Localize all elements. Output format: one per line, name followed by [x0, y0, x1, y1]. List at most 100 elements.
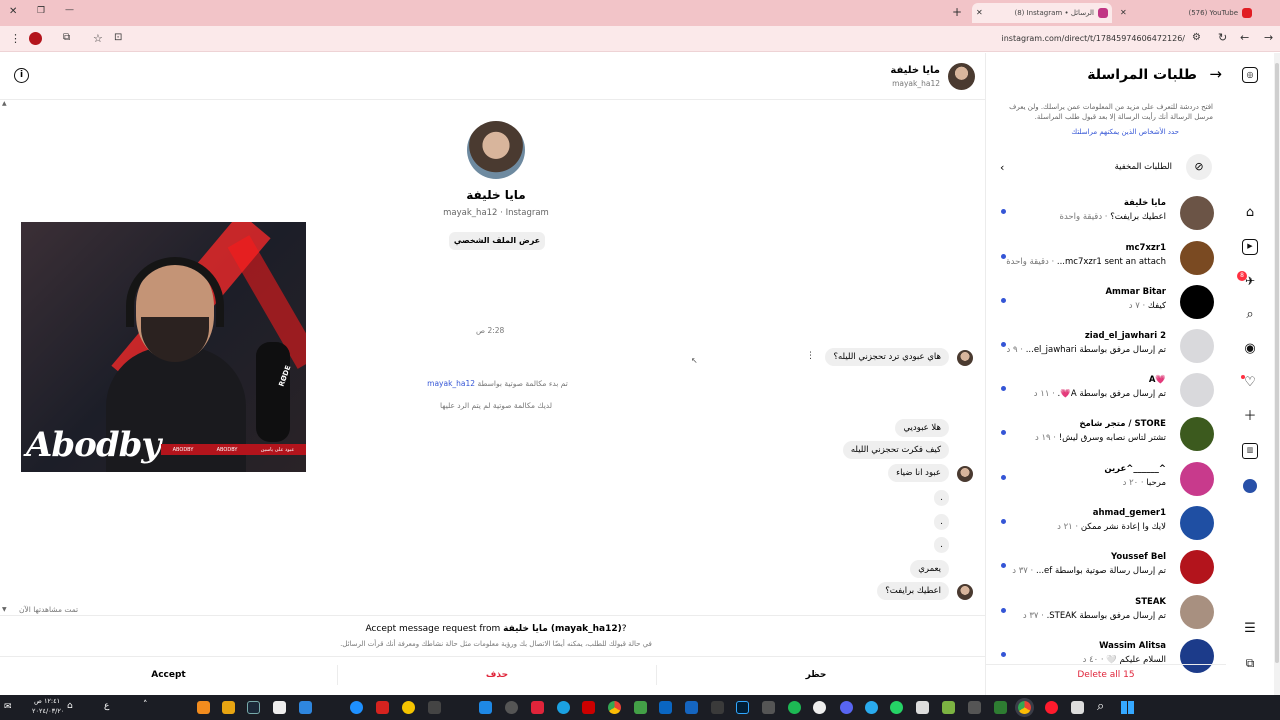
message-bubble[interactable]: هلا عبوديي [895, 419, 949, 437]
spotify-icon[interactable] [788, 701, 801, 714]
discord-icon[interactable] [840, 701, 853, 714]
app-icon[interactable] [813, 701, 826, 714]
app-icon[interactable] [428, 701, 441, 714]
close-tab-icon[interactable]: ✕ [1120, 9, 1127, 17]
message-settings-link[interactable]: حدد الأشخاص الذين يمكنهم مراسلتك [1071, 128, 1179, 136]
close-tab-icon[interactable]: ✕ [976, 9, 983, 17]
edge-icon[interactable] [557, 701, 570, 714]
profile-avatar-icon[interactable] [29, 32, 42, 45]
forward-arrow-icon[interactable]: → [1264, 32, 1273, 43]
photoshop-icon[interactable] [736, 701, 749, 714]
reload-icon[interactable]: ↻ [1218, 32, 1227, 43]
back-arrow-icon[interactable]: ← [1240, 32, 1249, 43]
app-icon[interactable] [222, 701, 235, 714]
message-bubble[interactable]: يعمري [910, 560, 949, 578]
request-item[interactable]: مايا خليفة اعطيك برايفت؟ · دقيقة واحدة [986, 195, 1226, 239]
request-item[interactable]: ahmad_gemer1 لايك وا إعادة نشر ممكن · ٢١ … [986, 505, 1226, 549]
back-arrow-icon[interactable]: → [1209, 65, 1222, 83]
app-icon[interactable] [582, 701, 595, 714]
file-explorer-icon[interactable] [1071, 701, 1084, 714]
block-button[interactable]: حظر [657, 658, 975, 693]
chevron-up-icon[interactable]: ˄ [143, 700, 148, 710]
request-item[interactable]: Youssef Bel تم إرسال رسالة صوتية بواسطة e… [986, 549, 1226, 593]
menu-dots-icon[interactable]: ⋮ [10, 33, 21, 44]
scrollbar-thumb[interactable] [1275, 63, 1279, 663]
app-icon[interactable] [762, 701, 775, 714]
app-icon[interactable] [994, 701, 1007, 714]
create-plus-icon[interactable]: ＋ [1242, 409, 1258, 425]
app-icon[interactable] [634, 701, 647, 714]
install-app-icon[interactable]: ⊡ [114, 33, 122, 43]
opera-icon[interactable] [1045, 701, 1058, 714]
switch-view-icon[interactable]: ⧉ [1242, 655, 1258, 671]
scroll-down-icon[interactable]: ▼ [2, 606, 7, 613]
request-item[interactable]: A💗 تم إرسال مرفق بواسطة A💗. · ١١ د [986, 372, 1226, 416]
message-bubble[interactable]: هاي عبودي ترد تحجزني الليله؟ [825, 348, 949, 366]
url-field[interactable]: instagram.com/direct/t/17845974606472126… [900, 34, 1185, 43]
profile-avatar-icon[interactable] [1243, 479, 1257, 493]
instagram-logo-icon[interactable]: ◎ [1242, 67, 1258, 83]
extensions-icon[interactable]: ⧉ [63, 33, 70, 43]
request-item[interactable]: mc7xzr1 mc7xzr1 sent an attach... · دقيقة… [986, 240, 1226, 284]
app-icon[interactable] [531, 701, 544, 714]
message-options-icon[interactable]: ⋮ [806, 352, 815, 361]
language-indicator[interactable]: ع [104, 701, 109, 711]
info-icon[interactable]: i [14, 68, 29, 83]
search-icon[interactable]: ⌕ [1097, 699, 1104, 714]
app-icon[interactable] [273, 701, 286, 714]
page-scrollbar[interactable] [1274, 53, 1280, 695]
minimize-window-icon[interactable]: — [65, 6, 74, 15]
app-icon[interactable] [505, 701, 518, 714]
app-icon[interactable] [479, 701, 492, 714]
app-icon[interactable] [197, 701, 210, 714]
delete-button[interactable]: حذف [338, 658, 656, 693]
app-icon[interactable] [376, 701, 389, 714]
app-icon[interactable] [299, 701, 312, 714]
app-icon[interactable] [968, 701, 981, 714]
more-menu-icon[interactable]: ☰ [1242, 621, 1258, 637]
request-item[interactable]: STEAK تم إرسال مرفق بواسطة STEAK. · ٣٧ د [986, 594, 1226, 638]
app-icon[interactable] [402, 701, 415, 714]
app-icon[interactable] [350, 701, 363, 714]
app-icon[interactable] [659, 701, 672, 714]
chrome-icon[interactable] [1018, 701, 1031, 714]
network-icon[interactable]: ⌂ [67, 701, 73, 711]
app-icon[interactable] [685, 701, 698, 714]
app-icon[interactable] [711, 701, 724, 714]
app-icon[interactable] [916, 701, 929, 714]
notifications-icon[interactable]: ✉ [4, 702, 12, 712]
view-profile-button[interactable]: عرض الملف الشخصي [449, 232, 545, 250]
accept-button[interactable]: Accept [0, 658, 337, 693]
chat-header[interactable]: مايا خليفة mayak_ha12 [775, 63, 975, 93]
request-item[interactable]: متجر شامخ / STORE تشتر لتاس نصابه وسرق لي… [986, 416, 1226, 460]
message-bubble[interactable]: كيف فكرت تحجزني الليله [842, 441, 949, 459]
message-bubble[interactable]: اعطيك برايفت؟ [877, 582, 949, 600]
telegram-icon[interactable] [865, 701, 878, 714]
message-bubble[interactable]: . [934, 514, 949, 530]
scroll-up-icon[interactable]: ▲ [2, 100, 7, 107]
request-item[interactable]: ziad_el_jawhari 2 تم إرسال مرفق بواسطة el… [986, 328, 1226, 372]
chrome-icon[interactable] [608, 701, 621, 714]
delete-all-button[interactable]: Delete all 15 [986, 670, 1226, 680]
steam-icon[interactable] [247, 701, 260, 714]
whatsapp-icon[interactable] [890, 701, 903, 714]
bookmark-star-icon[interactable]: ☆ [93, 33, 103, 44]
message-bubble[interactable]: عبود انا ضياء [888, 464, 949, 482]
site-settings-icon[interactable]: ⚙ [1192, 33, 1201, 43]
explore-icon[interactable]: ◉ [1242, 341, 1258, 357]
search-icon[interactable]: ⌕ [1242, 307, 1258, 323]
close-window-icon[interactable]: ✕ [9, 7, 17, 17]
tab-instagram[interactable]: ✕ (8) Instagram • الرسائل [972, 3, 1112, 23]
insights-icon[interactable]: ▥ [1242, 443, 1258, 459]
new-tab-icon[interactable]: + [952, 6, 962, 18]
start-icon[interactable] [1121, 701, 1134, 714]
app-icon[interactable] [942, 701, 955, 714]
home-icon[interactable]: ⌂ [1242, 205, 1258, 221]
message-bubble[interactable]: . [934, 537, 949, 553]
restore-window-icon[interactable]: ❐ [37, 7, 45, 16]
tab-youtube[interactable]: ✕ (576) YouTube [1116, 3, 1256, 23]
hidden-requests-row[interactable]: ‹ الطلبات المخفية ⊘ [986, 153, 1226, 183]
call-started-user-link[interactable]: mayak_ha12 [427, 379, 475, 388]
request-item[interactable]: عرين^______^ مرحبا · ٢٠ د [986, 461, 1226, 505]
reels-icon[interactable]: ▶ [1242, 239, 1258, 255]
